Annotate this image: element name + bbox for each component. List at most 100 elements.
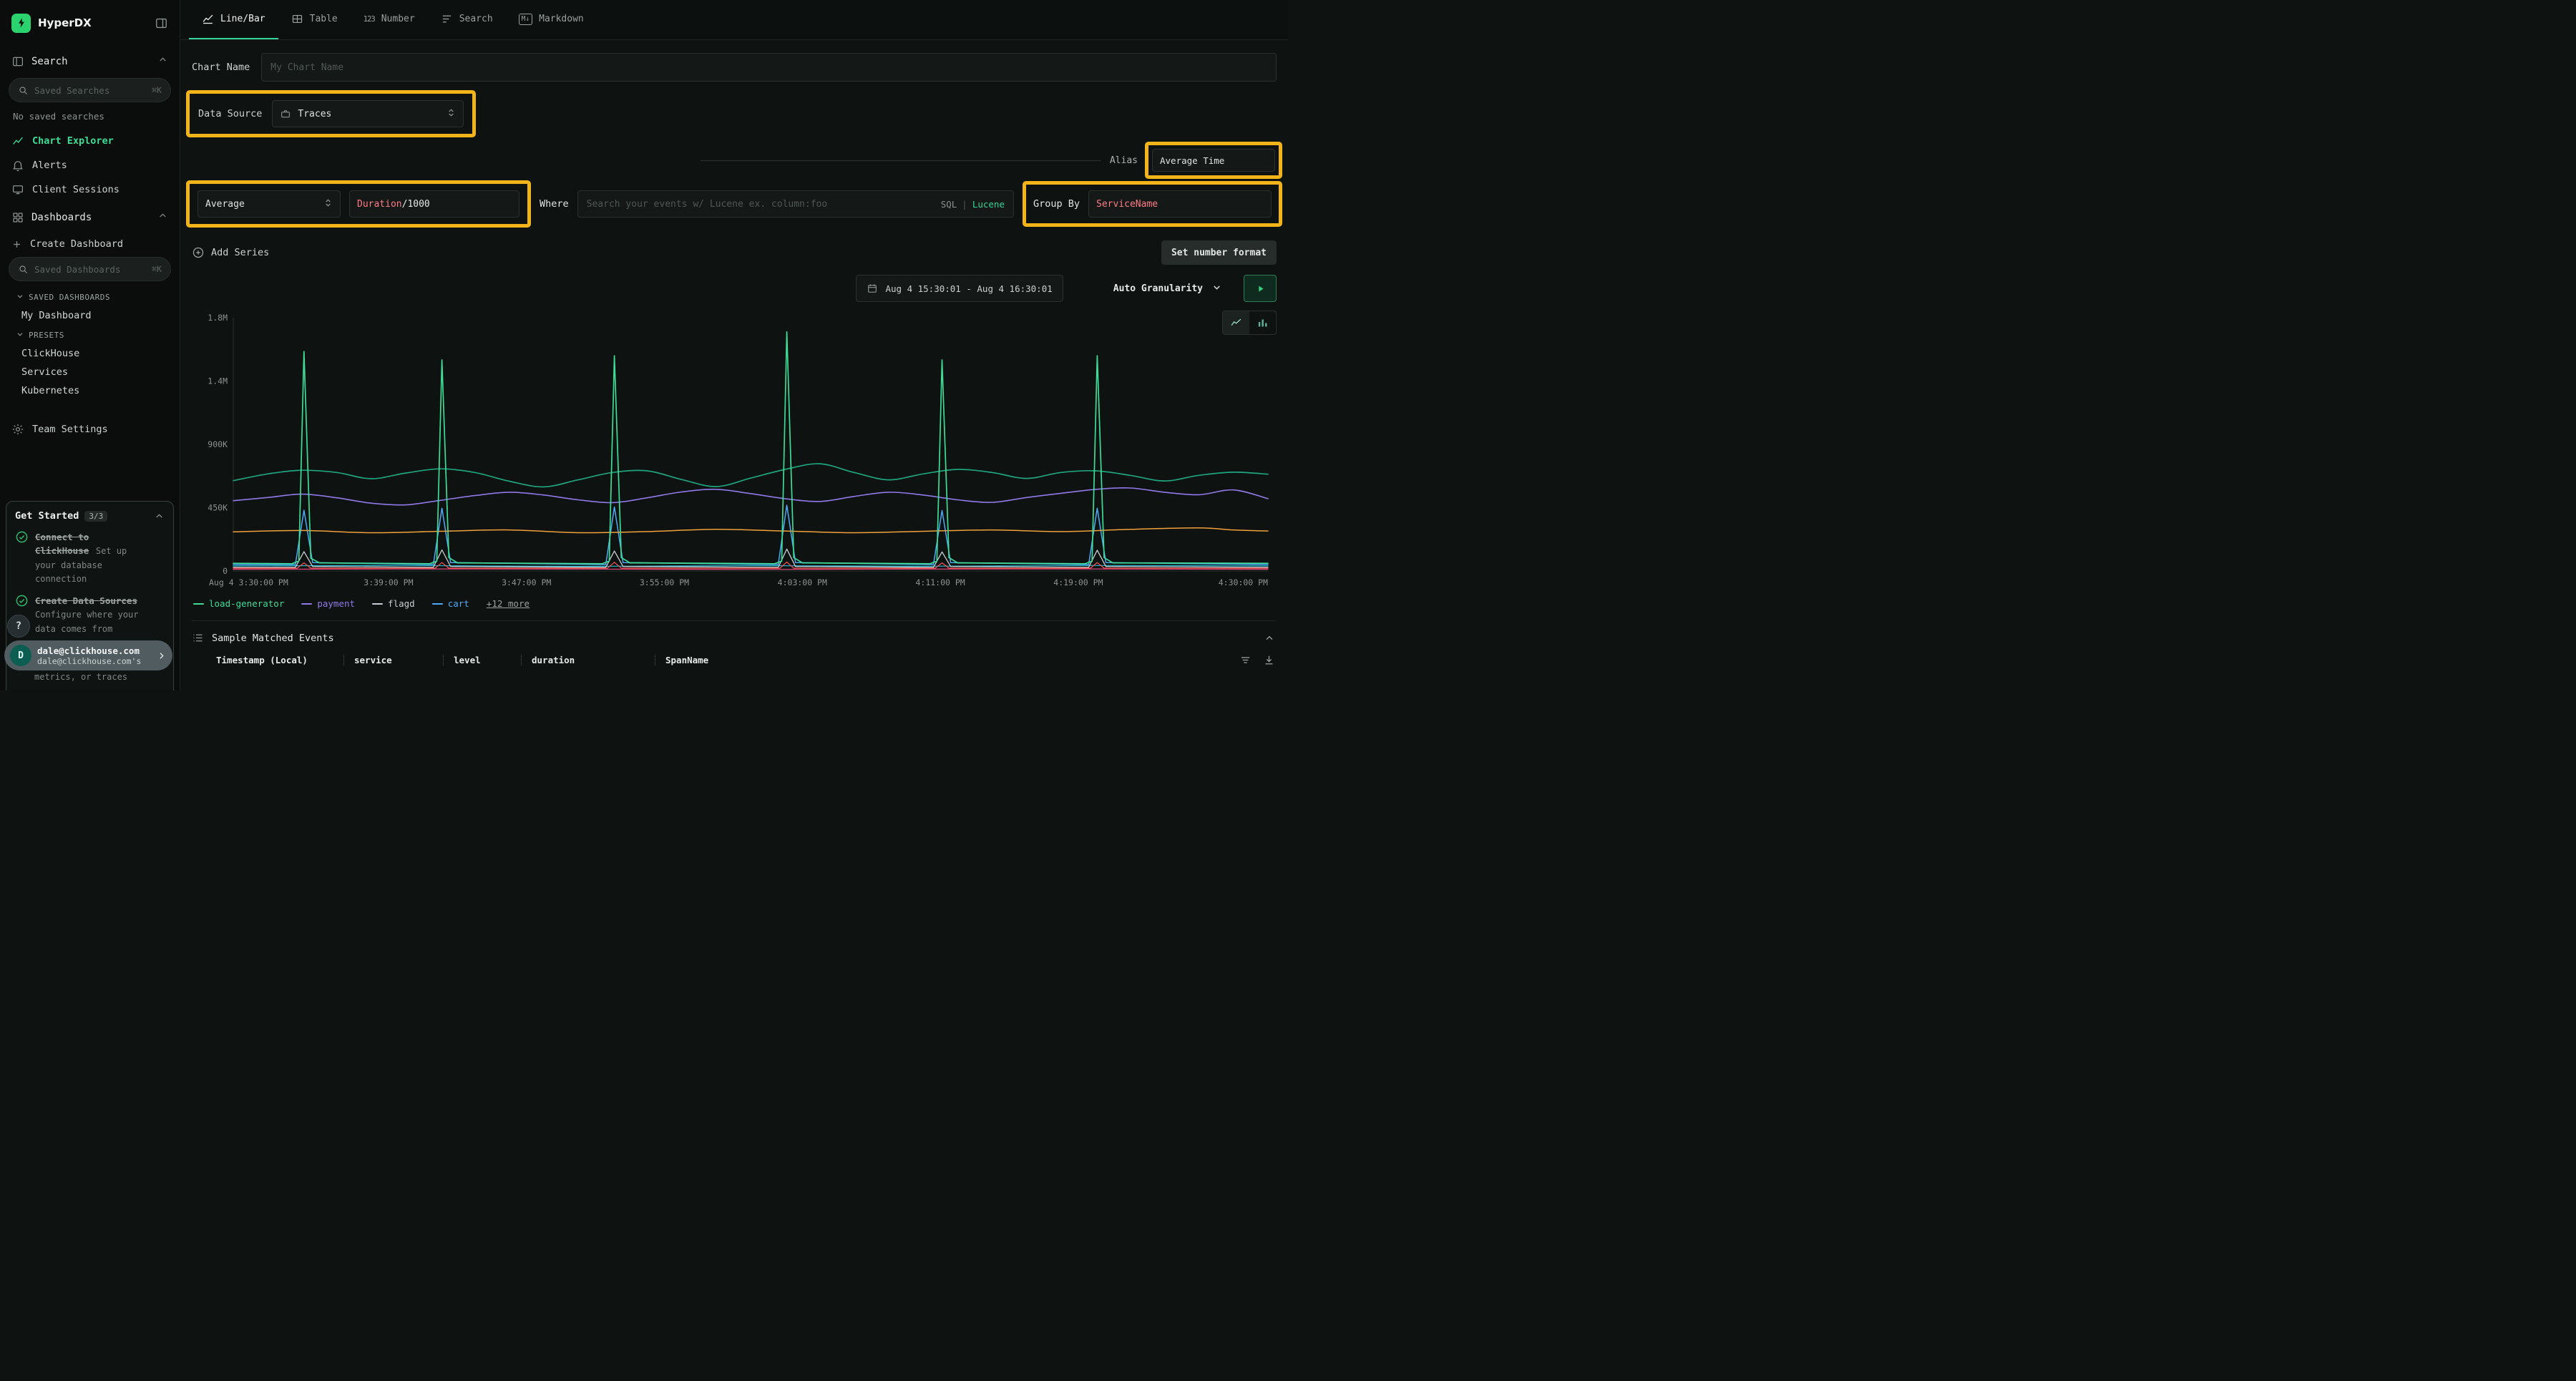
get-started-item-title: Create Data Sources: [35, 595, 137, 606]
sidebar-section-dashboards[interactable]: Dashboards: [0, 202, 180, 233]
column-header-service[interactable]: service: [354, 655, 433, 665]
line-chart-icon: [202, 13, 214, 25]
sidebar-item-client-sessions[interactable]: Client Sessions: [0, 177, 180, 202]
collapse-get-started-icon[interactable]: [154, 511, 165, 522]
granularity-select[interactable]: Auto Granularity: [1105, 275, 1231, 302]
events-table-header: Timestamp (Local) service level duration…: [192, 651, 1277, 679]
chevron-right-icon: [156, 650, 167, 661]
collapse-sample-events-icon[interactable]: [1264, 633, 1275, 644]
tab-table[interactable]: Table: [278, 0, 351, 39]
query-language-toggle: SQL | Lucene: [941, 199, 1005, 210]
main-panel: Line/Bar Table 123 Number Search M↓ Mark…: [180, 0, 1288, 690]
bell-icon: [11, 159, 24, 172]
sidebar-item-chart-explorer[interactable]: Chart Explorer: [0, 129, 180, 153]
svg-text:0: 0: [223, 566, 228, 576]
run-query-button[interactable]: [1244, 275, 1277, 302]
preset-item-kubernetes[interactable]: Kubernetes: [0, 381, 180, 400]
aggregation-select[interactable]: Average: [197, 190, 341, 218]
legend-swatch: [372, 603, 383, 605]
sidebar-section-search[interactable]: Search: [0, 46, 180, 77]
time-range-picker[interactable]: Aug 4 15:30:01 - Aug 4 16:30:01: [856, 275, 1063, 302]
tab-line-bar[interactable]: Line/Bar: [189, 0, 278, 39]
group-by-input[interactable]: ServiceName: [1088, 190, 1272, 218]
check-circle-icon: [15, 530, 29, 585]
svg-text:4:30:00 PM: 4:30:00 PM: [1219, 577, 1268, 587]
alias-divider: [701, 160, 1101, 161]
tab-markdown[interactable]: M↓ Markdown: [506, 0, 597, 39]
column-settings-icon[interactable]: [1239, 654, 1252, 666]
sidebar-item-team-settings[interactable]: Team Settings: [0, 417, 180, 441]
search-section-icon: [11, 55, 24, 68]
column-header-level[interactable]: level: [454, 655, 511, 665]
sql-toggle[interactable]: SQL: [941, 199, 957, 210]
preset-item-clickhouse[interactable]: ClickHouse: [0, 344, 180, 363]
legend-more-link[interactable]: +12 more: [487, 598, 530, 609]
where-input[interactable]: Search your events w/ Lucene ex. column:…: [577, 190, 1014, 218]
chart-area: 1.8M1.4M900K450K0Aug 4 3:30:00 PM3:39:00…: [192, 308, 1277, 609]
legend-swatch: [301, 603, 312, 605]
help-button[interactable]: ?: [7, 615, 30, 638]
preset-item-services[interactable]: Services: [0, 363, 180, 381]
chevron-updown-icon: [447, 108, 456, 120]
legend-item-load-generator[interactable]: load-generator: [193, 598, 284, 609]
tab-search[interactable]: Search: [428, 0, 506, 39]
aggregation-field-input[interactable]: Duration/1000: [349, 190, 519, 218]
collapse-sidebar-icon[interactable]: [155, 16, 168, 30]
column-header-duration[interactable]: duration: [532, 655, 645, 665]
column-resize-handle[interactable]: [443, 655, 444, 665]
sidebar-item-label: Chart Explorer: [32, 135, 114, 147]
chevron-updown-icon: [323, 198, 333, 210]
play-icon: [1255, 283, 1266, 294]
saved-dashboards-group-toggle[interactable]: SAVED DASHBOARDS: [0, 287, 180, 306]
group-by-label: Group By: [1033, 198, 1080, 210]
briefcase-icon: [280, 108, 291, 119]
tab-label: Number: [381, 14, 415, 24]
dashboard-item-my-dashboard[interactable]: My Dashboard: [0, 306, 180, 325]
sidebar-header: HyperDX: [0, 0, 180, 46]
alias-input[interactable]: Average Time: [1152, 149, 1275, 172]
gear-icon: [11, 423, 24, 436]
brand-link[interactable]: HyperDX: [11, 14, 92, 33]
field-value-suffix: /1000: [402, 199, 430, 210]
get-started-item[interactable]: Connect to ClickHouse Set up your databa…: [15, 530, 165, 585]
download-icon[interactable]: [1263, 654, 1275, 666]
lucene-toggle[interactable]: Lucene: [972, 199, 1005, 210]
saved-searches-placeholder: Saved Searches: [34, 85, 146, 96]
column-header-spanname[interactable]: SpanName: [665, 655, 1239, 665]
brand-name: HyperDX: [38, 16, 92, 29]
user-email: dale@clickhouse.com: [37, 645, 150, 656]
data-source-select[interactable]: Traces: [272, 100, 464, 127]
sidebar-item-alerts[interactable]: Alerts: [0, 153, 180, 177]
chart-explorer-icon: [11, 135, 24, 147]
line-view-toggle[interactable]: [1223, 311, 1249, 334]
legend-label: payment: [317, 598, 355, 609]
add-series-button[interactable]: Add Series: [192, 246, 269, 259]
set-number-format-button[interactable]: Set number format: [1161, 240, 1277, 265]
tab-number[interactable]: 123 Number: [351, 0, 428, 39]
chart-name-input[interactable]: [261, 53, 1277, 82]
legend-item-cart[interactable]: cart: [432, 598, 469, 609]
column-resize-handle[interactable]: [343, 655, 344, 665]
legend-swatch: [432, 603, 443, 605]
column-header-timestamp[interactable]: Timestamp (Local): [216, 655, 333, 665]
svg-text:Aug 4 3:30:00 PM: Aug 4 3:30:00 PM: [209, 577, 288, 587]
create-dashboard-button[interactable]: Create Dashboard: [0, 233, 180, 255]
dashboards-section-label: Dashboards: [31, 212, 92, 223]
svg-text:3:39:00 PM: 3:39:00 PM: [364, 577, 413, 587]
legend-item-payment[interactable]: payment: [301, 598, 355, 609]
user-menu[interactable]: D dale@clickhouse.com dale@clickhouse.co…: [4, 640, 172, 670]
group-label-text: PRESETS: [29, 331, 64, 340]
legend-item-flagd[interactable]: flagd: [372, 598, 415, 609]
chevron-down-icon: [1211, 282, 1222, 296]
monitor-icon: [11, 183, 24, 196]
chevron-up-icon: [157, 210, 168, 224]
column-resize-handle[interactable]: [521, 655, 522, 665]
alias-highlight: Average Time: [1145, 142, 1282, 179]
bar-view-toggle[interactable]: [1249, 311, 1276, 334]
chart-name-label: Chart Name: [192, 62, 250, 73]
presets-group-toggle[interactable]: PRESETS: [0, 325, 180, 344]
get-started-item[interactable]: Create Data Sources Configure where your…: [15, 593, 165, 635]
circle-plus-icon: [192, 246, 205, 259]
saved-dashboards-input[interactable]: Saved Dashboards ⌘K: [9, 257, 171, 281]
saved-searches-input[interactable]: Saved Searches ⌘K: [9, 78, 171, 102]
